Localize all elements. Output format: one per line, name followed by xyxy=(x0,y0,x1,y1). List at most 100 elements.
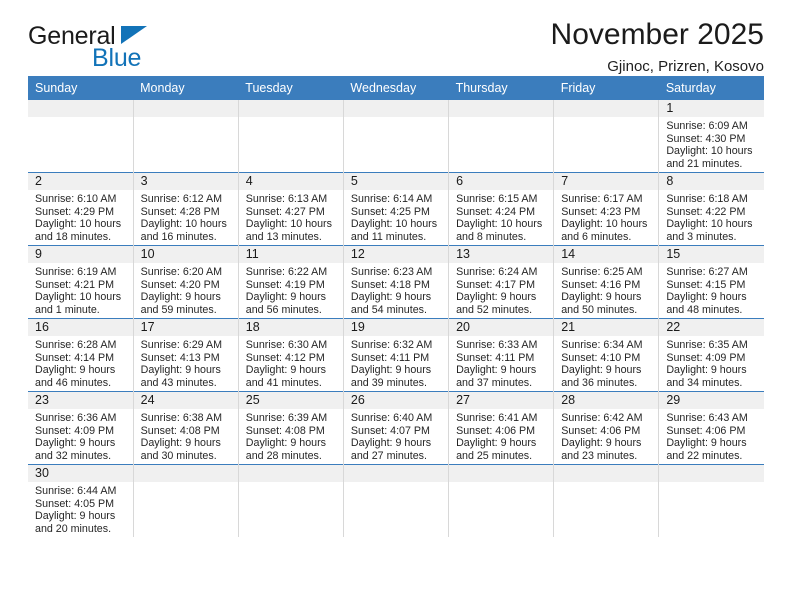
sunrise-text: Sunrise: 6:18 AM xyxy=(666,193,748,205)
triangle-icon xyxy=(121,26,147,44)
day-details: Sunrise: 6:14 AM Sunset: 4:25 PM Daylight:… xyxy=(344,190,448,243)
calendar-day-cell[interactable]: 3 Sunrise: 6:12 AM Sunset: 4:28 PM Daylight… xyxy=(133,172,239,246)
daylight-text: Daylight: 10 hours and 6 minutes. xyxy=(561,218,648,243)
day-details: Sunrise: 6:24 AM Sunset: 4:17 PM Daylight:… xyxy=(449,263,553,316)
sunrise-text: Sunrise: 6:35 AM xyxy=(666,339,748,351)
sunset-text: Sunset: 4:23 PM xyxy=(561,205,641,218)
calendar-day-cell[interactable]: 26 Sunrise: 6:40 AM Sunset: 4:07 PM Dayligh… xyxy=(343,391,450,465)
sunset-text: Sunset: 4:29 PM xyxy=(35,205,115,218)
calendar-day-cell[interactable]: 15 Sunrise: 6:27 AM Sunset: 4:15 PM Dayligh… xyxy=(658,245,764,319)
day-number: 19 xyxy=(343,319,448,336)
weekday-header-friday: Friday xyxy=(553,76,659,100)
sunset-text: Sunset: 4:06 PM xyxy=(666,424,746,437)
calendar-header-row: Sunday Monday Tuesday Wednesday Thursday Frid… xyxy=(28,76,764,100)
day-details: Sunrise: 6:22 AM Sunset: 4:19 PM Daylight:… xyxy=(239,263,343,316)
day-number: 14 xyxy=(554,246,658,263)
sunset-text: Sunset: 4:09 PM xyxy=(666,351,746,364)
day-details: Sunrise: 6:09 AM Sunset: 4:30 PM Daylight:… xyxy=(659,117,764,170)
calendar-day-cell[interactable]: 16 Sunrise: 6:28 AM Sunset: 4:14 PM Dayligh… xyxy=(28,318,134,392)
sunrise-text: Sunrise: 6:43 AM xyxy=(666,412,748,424)
day-details: Sunrise: 6:19 AM Sunset: 4:21 PM Daylight:… xyxy=(28,263,132,316)
calendar-day-cell[interactable]: 27 Sunrise: 6:41 AM Sunset: 4:06 PM Dayligh… xyxy=(448,391,555,465)
daylight-text: Daylight: 10 hours and 13 minutes. xyxy=(245,218,332,243)
calendar-day-cell-empty xyxy=(553,464,660,537)
calendar-day-cell[interactable]: 8 Sunrise: 6:18 AM Sunset: 4:22 PM Daylight… xyxy=(658,172,764,246)
calendar-day-cell[interactable]: 6 Sunrise: 6:15 AM Sunset: 4:24 PM Daylight… xyxy=(448,172,555,246)
calendar-day-cell[interactable]: 12 Sunrise: 6:23 AM Sunset: 4:18 PM Dayligh… xyxy=(343,245,450,319)
daylight-text: Daylight: 9 hours and 20 minutes. xyxy=(35,510,116,535)
calendar-day-cell[interactable]: 28 Sunrise: 6:42 AM Sunset: 4:06 PM Dayligh… xyxy=(553,391,660,465)
daylight-text: Daylight: 9 hours and 30 minutes. xyxy=(140,437,221,462)
daylight-text: Daylight: 9 hours and 28 minutes. xyxy=(245,437,326,462)
calendar-day-cell[interactable]: 22 Sunrise: 6:35 AM Sunset: 4:09 PM Dayligh… xyxy=(658,318,764,392)
calendar-day-cell[interactable]: 10 Sunrise: 6:20 AM Sunset: 4:20 PM Dayligh… xyxy=(133,245,239,319)
calendar-day-cell[interactable]: 29 Sunrise: 6:43 AM Sunset: 4:06 PM Dayligh… xyxy=(658,391,764,465)
day-details: Sunrise: 6:42 AM Sunset: 4:06 PM Daylight:… xyxy=(554,409,658,462)
day-number: 24 xyxy=(133,392,238,409)
daylight-text: Daylight: 10 hours and 16 minutes. xyxy=(140,218,227,243)
sunset-text: Sunset: 4:12 PM xyxy=(245,351,325,364)
daylight-text: Daylight: 9 hours and 41 minutes. xyxy=(245,364,326,389)
calendar-day-cell[interactable]: 5 Sunrise: 6:14 AM Sunset: 4:25 PM Daylight… xyxy=(343,172,450,246)
day-number: 4 xyxy=(238,173,343,190)
weekday-header-wednesday: Wednesday xyxy=(343,76,449,100)
day-number: 30 xyxy=(28,465,133,482)
calendar-day-cell[interactable]: 23 Sunrise: 6:36 AM Sunset: 4:09 PM Dayligh… xyxy=(28,391,134,465)
day-number: 20 xyxy=(449,319,553,336)
sunrise-text: Sunrise: 6:25 AM xyxy=(561,266,643,278)
calendar-day-cell[interactable]: 21 Sunrise: 6:34 AM Sunset: 4:10 PM Dayligh… xyxy=(553,318,660,392)
generalblue-logo[interactable]: General Blue xyxy=(28,24,228,76)
day-details: Sunrise: 6:35 AM Sunset: 4:09 PM Daylight:… xyxy=(659,336,764,389)
page-title: November 2025 xyxy=(550,18,764,51)
day-details: Sunrise: 6:32 AM Sunset: 4:11 PM Daylight:… xyxy=(344,336,448,389)
day-number: 26 xyxy=(343,392,448,409)
sunset-text: Sunset: 4:22 PM xyxy=(666,205,746,218)
day-number: 10 xyxy=(133,246,238,263)
calendar-day-cell[interactable]: 9 Sunrise: 6:19 AM Sunset: 4:21 PM Daylight… xyxy=(28,245,134,319)
day-number: 17 xyxy=(133,319,238,336)
calendar-day-cell[interactable]: 18 Sunrise: 6:30 AM Sunset: 4:12 PM Dayligh… xyxy=(238,318,344,392)
calendar-day-cell[interactable]: 30 Sunrise: 6:44 AM Sunset: 4:05 PM Dayligh… xyxy=(28,464,134,537)
calendar-day-cell[interactable]: 17 Sunrise: 6:29 AM Sunset: 4:13 PM Dayligh… xyxy=(133,318,239,392)
day-details: Sunrise: 6:12 AM Sunset: 4:28 PM Daylight:… xyxy=(134,190,238,243)
calendar-day-cell[interactable]: 1 Sunrise: 6:09 AM Sunset: 4:30 PM Daylight… xyxy=(659,100,764,173)
calendar-page: General Blue November 2025 Gjinoc, Prizr… xyxy=(0,0,792,612)
calendar-week-row: 30 Sunrise: 6:44 AM Sunset: 4:05 PM Dayligh… xyxy=(28,464,764,537)
sunset-text: Sunset: 4:09 PM xyxy=(35,424,115,437)
sunset-text: Sunset: 4:08 PM xyxy=(245,424,325,437)
calendar-day-cell[interactable]: 7 Sunrise: 6:17 AM Sunset: 4:23 PM Daylight… xyxy=(553,172,660,246)
day-number: 25 xyxy=(238,392,343,409)
calendar-day-cell[interactable]: 13 Sunrise: 6:24 AM Sunset: 4:17 PM Dayligh… xyxy=(448,245,555,319)
logo-text-blue: Blue xyxy=(92,44,142,72)
daylight-text: Daylight: 9 hours and 50 minutes. xyxy=(561,291,642,316)
day-details: Sunrise: 6:20 AM Sunset: 4:20 PM Daylight:… xyxy=(134,263,238,316)
sunrise-text: Sunrise: 6:23 AM xyxy=(350,266,433,278)
calendar-day-cell[interactable]: 24 Sunrise: 6:38 AM Sunset: 4:08 PM Dayligh… xyxy=(133,391,239,465)
calendar-day-cell[interactable]: 19 Sunrise: 6:32 AM Sunset: 4:11 PM Dayligh… xyxy=(343,318,450,392)
day-details: Sunrise: 6:43 AM Sunset: 4:06 PM Daylight:… xyxy=(659,409,764,462)
sunrise-text: Sunrise: 6:32 AM xyxy=(350,339,433,351)
sunrise-text: Sunrise: 6:12 AM xyxy=(140,193,223,205)
calendar-day-cell[interactable]: 2 Sunrise: 6:10 AM Sunset: 4:29 PM Daylight… xyxy=(28,172,134,246)
calendar-day-cell-empty xyxy=(238,464,344,537)
daylight-text: Daylight: 10 hours and 1 minute. xyxy=(35,291,122,316)
day-details: Sunrise: 6:39 AM Sunset: 4:08 PM Daylight:… xyxy=(239,409,343,462)
calendar-day-cell[interactable]: 11 Sunrise: 6:22 AM Sunset: 4:19 PM Dayligh… xyxy=(238,245,344,319)
day-number: 18 xyxy=(238,319,343,336)
day-number: 8 xyxy=(659,173,764,190)
daylight-text: Daylight: 9 hours and 36 minutes. xyxy=(561,364,642,389)
day-number: 11 xyxy=(238,246,343,263)
day-details: Sunrise: 6:27 AM Sunset: 4:15 PM Daylight:… xyxy=(659,263,764,316)
day-number: 9 xyxy=(28,246,133,263)
calendar-day-cell[interactable]: 4 Sunrise: 6:13 AM Sunset: 4:27 PM Daylight… xyxy=(238,172,344,246)
weekday-header-sunday: Sunday xyxy=(28,76,134,100)
calendar-day-cell[interactable]: 14 Sunrise: 6:25 AM Sunset: 4:16 PM Dayligh… xyxy=(553,245,660,319)
sunset-text: Sunset: 4:28 PM xyxy=(140,205,220,218)
day-details: Sunrise: 6:33 AM Sunset: 4:11 PM Daylight:… xyxy=(449,336,553,389)
sunset-text: Sunset: 4:25 PM xyxy=(350,205,430,218)
day-number xyxy=(28,100,133,117)
calendar-day-cell[interactable]: 25 Sunrise: 6:39 AM Sunset: 4:08 PM Dayligh… xyxy=(238,391,344,465)
calendar-day-cell-empty xyxy=(658,464,764,537)
calendar-day-cell[interactable]: 20 Sunrise: 6:33 AM Sunset: 4:11 PM Dayligh… xyxy=(448,318,555,392)
sunset-text: Sunset: 4:05 PM xyxy=(35,497,115,510)
